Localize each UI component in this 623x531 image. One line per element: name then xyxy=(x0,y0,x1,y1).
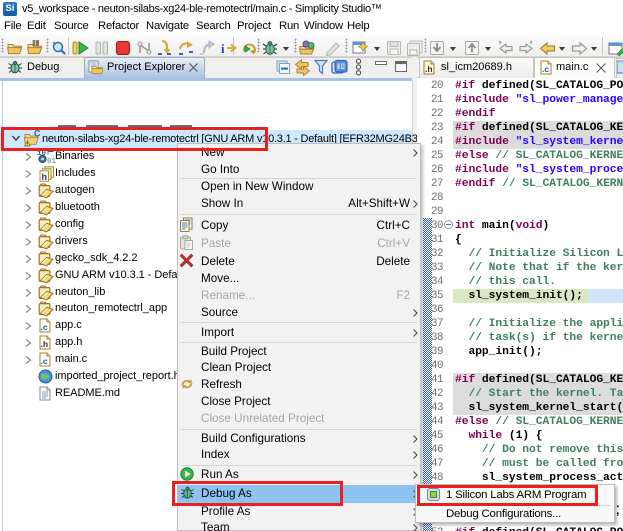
svg-text:.h: .h xyxy=(41,339,49,349)
svg-text:h: h xyxy=(42,172,48,182)
svg-text:.h: .h xyxy=(425,64,433,74)
svg-text:i: i xyxy=(221,41,225,56)
svg-text:.c: .c xyxy=(41,356,48,366)
svg-text:.c: .c xyxy=(542,64,549,74)
svg-text:.c: .c xyxy=(41,322,48,332)
